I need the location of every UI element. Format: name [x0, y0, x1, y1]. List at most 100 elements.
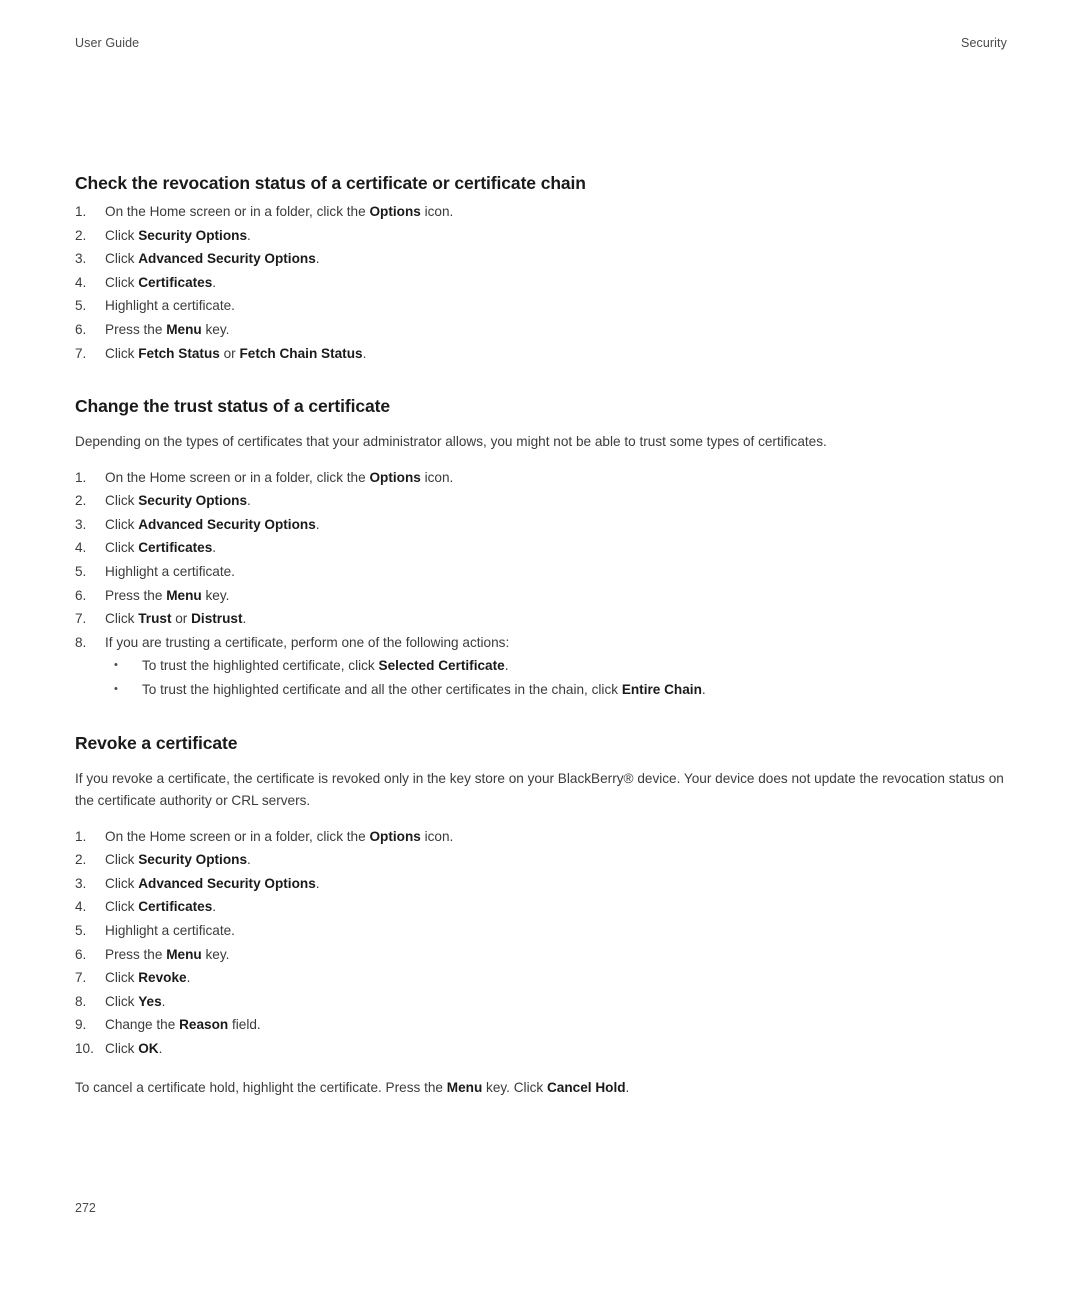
text-run: .	[212, 540, 217, 556]
procedure-steps: 1. On the Home screen or in a folder, cli…	[75, 200, 1007, 365]
procedure-step: 4. Click Certificates.	[75, 271, 1007, 295]
text-run: Click	[105, 899, 139, 915]
procedure-step: 1. On the Home screen or in a folder, cli…	[75, 200, 1007, 224]
step-text: Click Security Options.	[105, 848, 1007, 872]
procedure-step: 7. Click Revoke.	[75, 966, 1007, 990]
running-header: User Guide Security	[75, 36, 1007, 50]
emphasis-term: Certificates	[138, 540, 213, 556]
text-run: Click	[105, 251, 139, 267]
document-section: Check the revocation status of a certifi…	[75, 172, 1007, 365]
emphasis-term: Trust	[138, 611, 172, 627]
step-text: Click Security Options.	[105, 489, 1007, 513]
text-run: Click	[105, 970, 139, 986]
step-number: 7.	[75, 611, 87, 627]
procedure-step: 2. Click Security Options.	[75, 848, 1007, 872]
procedure-step: 10. Click OK.	[75, 1037, 1007, 1061]
section-outro-paragraph: To cancel a certificate hold, highlight …	[75, 1077, 1007, 1100]
document-section: Revoke a certificate If you revoke a cert…	[75, 732, 1007, 1099]
procedure-step: 3. Click Advanced Security Options.	[75, 247, 1007, 271]
step-text: Click Trust or Distrust.	[105, 607, 1007, 631]
procedure-step: 1. On the Home screen or in a folder, cli…	[75, 825, 1007, 849]
text-run: Click	[105, 540, 139, 556]
text-run: Click	[105, 516, 139, 532]
text-run: Click	[105, 1040, 139, 1056]
text-run: key.	[201, 587, 230, 603]
text-run: .	[701, 682, 706, 697]
step-text: On the Home screen or in a folder, click…	[105, 200, 1007, 224]
sub-list-item: To trust the highlighted certificate and…	[112, 678, 1007, 702]
procedure-step: 3. Click Advanced Security Options.	[75, 872, 1007, 896]
step-text: Click Revoke.	[105, 966, 1007, 990]
step-text: Press the Menu key.	[105, 943, 1007, 967]
emphasis-term: Reason	[179, 1017, 229, 1033]
procedure-steps: 1. On the Home screen or in a folder, cli…	[75, 466, 1007, 702]
text-run: .	[212, 899, 217, 915]
step-number: 3.	[75, 875, 87, 891]
procedure-step: 5. Highlight a certificate.	[75, 294, 1007, 318]
step-text: Click Certificates.	[105, 536, 1007, 560]
emphasis-term: Fetch Chain Status	[239, 345, 363, 361]
text-run: Highlight a certificate.	[105, 298, 235, 314]
sub-list-item: To trust the highlighted certificate, cl…	[112, 654, 1007, 678]
emphasis-term: Fetch Status	[138, 345, 220, 361]
section-heading: Revoke a certificate	[75, 732, 238, 753]
step-text: Click Certificates.	[105, 271, 1007, 295]
procedure-step: 6. Press the Menu key.	[75, 943, 1007, 967]
emphasis-term: Security Options	[138, 493, 248, 509]
text-run: .	[247, 227, 251, 243]
text-run: Change the	[105, 1017, 180, 1033]
text-run: field.	[228, 1017, 261, 1033]
procedure-step: 7. Click Trust or Distrust.	[75, 607, 1007, 631]
section-heading: Change the trust status of a certificate	[75, 396, 390, 417]
step-text: Click Yes.	[105, 990, 1007, 1014]
emphasis-term: Options	[369, 204, 421, 219]
emphasis-term: Security Options	[138, 852, 248, 868]
step-number: 1.	[75, 469, 87, 485]
step-number: 10.	[75, 1040, 94, 1056]
running-header-right: Security	[961, 36, 1007, 50]
text-run: Press the	[105, 321, 167, 337]
emphasis-term: Advanced Security Options	[138, 875, 316, 891]
emphasis-term: Menu	[166, 321, 202, 337]
procedure-step: 3. Click Advanced Security Options.	[75, 513, 1007, 537]
procedure-step: 6. Press the Menu key.	[75, 318, 1007, 342]
step-number: 8.	[75, 993, 87, 1009]
step-text: If you are trusting a certificate, perfo…	[105, 631, 1007, 655]
step-text: On the Home screen or in a folder, click…	[105, 466, 1007, 490]
section-intro-paragraph: Depending on the types of certificates t…	[75, 434, 827, 450]
text-run: Press the	[105, 946, 167, 962]
procedure-step: 4. Click Certificates.	[75, 895, 1007, 919]
procedure-step: 5. Highlight a certificate.	[75, 919, 1007, 943]
text-run: Click	[105, 993, 139, 1009]
text-run: Click	[105, 274, 139, 290]
text-run: Click	[105, 875, 139, 891]
section-heading: Check the revocation status of a certifi…	[75, 173, 586, 193]
procedure-step: 8. Click Yes.	[75, 990, 1007, 1014]
text-run: On the Home screen or in a folder, click…	[105, 469, 370, 485]
emphasis-term: Menu	[166, 946, 202, 962]
text-run: icon.	[420, 469, 454, 485]
step-number: 7.	[75, 345, 87, 361]
procedure-step: 9. Change the Reason field.	[75, 1013, 1007, 1037]
step-number: 4.	[75, 899, 87, 915]
procedure-step: 7. Click Fetch Status or Fetch Chain Stat…	[75, 342, 1007, 366]
text-run: Highlight a certificate.	[105, 564, 235, 580]
emphasis-term: OK	[138, 1040, 159, 1056]
emphasis-term: Cancel Hold	[546, 1079, 626, 1095]
step-text: Highlight a certificate.	[105, 560, 1007, 584]
procedure-step: 1. On the Home screen or in a folder, cli…	[75, 466, 1007, 490]
emphasis-term: Revoke	[138, 970, 187, 986]
text-run: or	[219, 345, 240, 361]
step-text: Click OK.	[105, 1037, 1007, 1061]
step-number: 4.	[75, 274, 87, 290]
text-run: .	[625, 1079, 630, 1095]
procedure-step: 8. If you are trusting a certificate, per…	[75, 631, 1007, 702]
emphasis-term: Certificates	[138, 899, 213, 915]
text-run: .	[315, 251, 320, 267]
step-number: 6.	[75, 321, 87, 337]
step-number: 6.	[75, 946, 87, 962]
text-run: On the Home screen or in a folder, click…	[105, 204, 370, 219]
emphasis-term: Menu	[166, 587, 202, 603]
